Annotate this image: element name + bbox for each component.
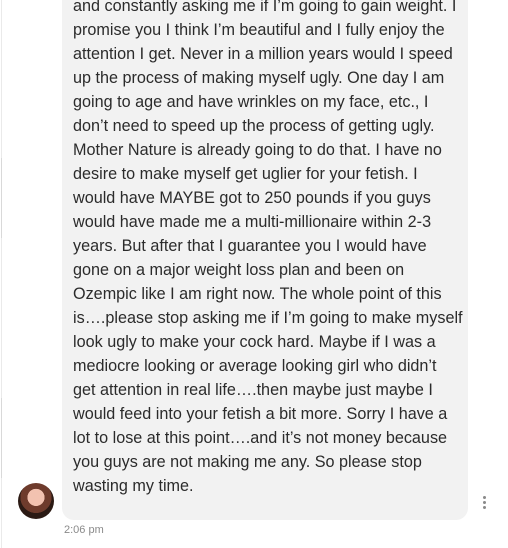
dot bbox=[483, 501, 486, 504]
message-timestamp: 2:06 pm bbox=[64, 524, 104, 536]
message-bubble: and constantly asking me if I’m going to… bbox=[62, 0, 468, 520]
more-options-icon[interactable] bbox=[477, 493, 491, 511]
dot bbox=[483, 496, 486, 499]
sender-avatar[interactable] bbox=[18, 483, 54, 519]
chat-view: and constantly asking me if I’m going to… bbox=[0, 0, 508, 548]
rail-marker bbox=[1, 158, 2, 238]
dot bbox=[483, 506, 486, 509]
rail-marker bbox=[1, 398, 2, 478]
message-text: and constantly asking me if I’m going to… bbox=[73, 0, 463, 495]
left-rail bbox=[0, 0, 3, 548]
